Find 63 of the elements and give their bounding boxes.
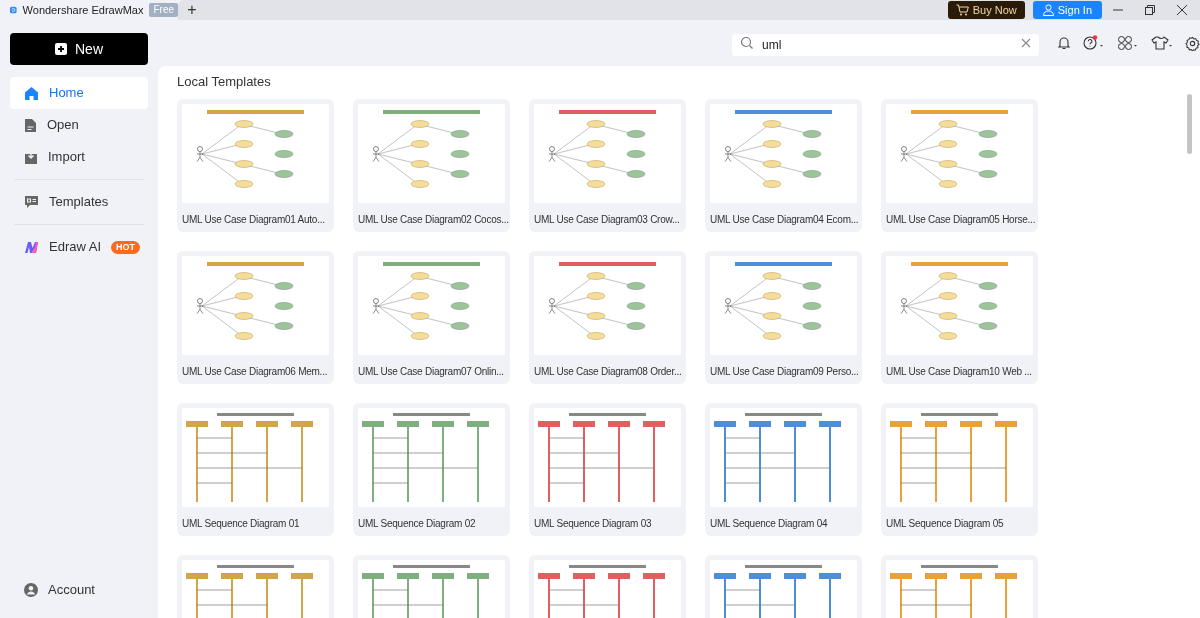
ai-logo-icon (24, 240, 39, 254)
home-icon (24, 85, 39, 101)
template-card[interactable]: UML Sequence Diagram 03 (529, 403, 686, 536)
new-tab-button[interactable]: + (184, 2, 200, 18)
template-title: UML Sequence Diagram 05 (886, 517, 1004, 531)
template-card[interactable]: UML Sequence Diagram 01 (177, 403, 334, 536)
template-title: UML Use Case Diagram05 Horse... (886, 213, 1036, 227)
template-card[interactable]: UML Sequence Diagram 05 (881, 403, 1038, 536)
template-title: UML Sequence Diagram 02 (358, 517, 476, 531)
user-icon (1042, 4, 1054, 16)
template-card[interactable]: UML Use Case Diagram08 Order... (529, 251, 686, 384)
template-card[interactable]: UML Use Case Diagram05 Horse... (881, 99, 1038, 232)
template-title: UML Use Case Diagram04 Ecom... (710, 213, 859, 227)
template-card[interactable]: UML Use Case Diagram04 Ecom... (705, 99, 862, 232)
template-title: UML Use Case Diagram01 Auto... (182, 213, 325, 227)
template-title: UML Sequence Diagram 04 (710, 517, 828, 531)
sidebar-item[interactable]: Home (10, 77, 148, 109)
template-card[interactable]: UML Use Case Diagram03 Crow... (529, 99, 686, 232)
template-title: UML Use Case Diagram09 Perso... (710, 365, 859, 379)
search-field[interactable]: uml (732, 34, 1039, 56)
apps-icon[interactable] (1117, 35, 1139, 51)
new-button[interactable]: New (10, 33, 148, 65)
template-card[interactable]: UML Sequence Diagram 02 (353, 403, 510, 536)
sign-in-button[interactable]: Sign In (1032, 1, 1102, 19)
sidebar-item[interactable]: Templates (10, 186, 148, 218)
template-card[interactable]: UML Use Case Diagram02 Cocos... (353, 99, 510, 232)
app-name: Wondershare EdrawMax (22, 2, 144, 18)
sidebar-item[interactable]: Edraw AI HOT (10, 231, 148, 263)
buy-now-button[interactable]: Buy Now (947, 1, 1025, 19)
settings-icon[interactable] (1185, 35, 1200, 51)
template-card[interactable]: UML Sequence Diagram 04 (705, 403, 862, 536)
cart-icon (955, 4, 969, 16)
hot-badge: HOT (111, 240, 141, 254)
user-circle-icon (24, 583, 38, 597)
template-card[interactable]: UML Use Case Diagram06 Mem... (177, 251, 334, 384)
plus-square-icon (55, 43, 67, 55)
template-card[interactable]: UML Use Case Diagram07 Onlin... (353, 251, 510, 384)
help-icon[interactable] (1083, 35, 1105, 51)
template-card[interactable]: UML Use Case Diagram01 Auto... (177, 99, 334, 232)
scrollbar-thumb[interactable] (1187, 94, 1192, 154)
clear-icon[interactable] (1021, 38, 1031, 48)
plan-badge: Free (149, 3, 178, 17)
chat-board-icon (24, 195, 39, 209)
template-title: UML Sequence Diagram 03 (534, 517, 652, 531)
template-title: UML Use Case Diagram10 Web ... (886, 365, 1032, 379)
sidebar-item[interactable]: Import (10, 141, 148, 173)
template-card[interactable]: UML Use Case Diagram10 Web ... (881, 251, 1038, 384)
template-title: UML Sequence Diagram 01 (182, 517, 300, 531)
template-title: UML Use Case Diagram06 Mem... (182, 365, 328, 379)
account-item[interactable]: Account (10, 576, 148, 604)
sidebar-item[interactable]: Open (10, 109, 148, 141)
close-icon[interactable] (1176, 4, 1188, 16)
template-title: UML Use Case Diagram07 Onlin... (358, 365, 504, 379)
restore-icon[interactable] (1144, 4, 1156, 16)
search-icon (740, 36, 754, 50)
template-card[interactable]: UML Use Case Diagram09 Perso... (705, 251, 862, 384)
template-title: UML Use Case Diagram08 Order... (534, 365, 682, 379)
bell-icon[interactable] (1057, 36, 1071, 50)
template-title: UML Use Case Diagram02 Cocos... (358, 213, 509, 227)
template-title: UML Use Case Diagram03 Crow... (534, 213, 680, 227)
shirt-icon[interactable] (1151, 35, 1173, 51)
document-icon (24, 117, 37, 133)
section-title: Local Templates (177, 73, 272, 91)
